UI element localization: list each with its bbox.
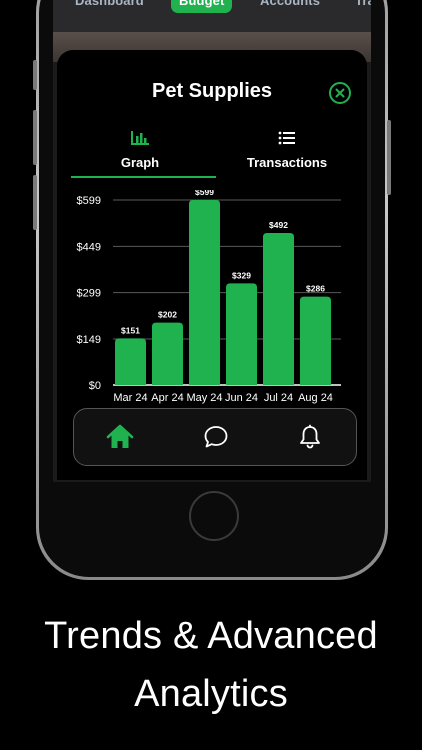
list-icon — [278, 131, 295, 145]
y-tick-label: $0 — [89, 380, 101, 392]
x-tick-label: Jun 24 — [225, 392, 258, 404]
bar — [300, 296, 331, 385]
tab-graph[interactable]: Graph — [111, 130, 169, 170]
data-label: $151 — [121, 325, 140, 335]
nav-budget[interactable]: Budget — [171, 0, 233, 13]
modal-title: Pet Supplies — [151, 80, 273, 102]
app-screen: Dashboard Budget Accounts Tra Pet Suppli… — [53, 0, 371, 482]
tab-transactions[interactable]: Transactions — [231, 130, 343, 170]
chat-icon[interactable] — [202, 423, 230, 451]
data-label: $202 — [158, 310, 177, 320]
y-tick-label: $449 — [77, 241, 101, 253]
x-tick-label: May 24 — [186, 392, 222, 404]
bar — [263, 233, 294, 385]
volume-down-button — [33, 175, 37, 230]
data-label: $329 — [232, 270, 251, 280]
x-tick-label: Mar 24 — [113, 392, 147, 404]
nav-accounts[interactable]: Accounts — [260, 0, 320, 8]
bar — [189, 200, 220, 385]
x-tick-label: Apr 24 — [151, 392, 183, 404]
volume-up-button — [33, 110, 37, 165]
data-label: $492 — [269, 220, 288, 230]
nav-dashboard[interactable]: Dashboard — [75, 0, 144, 8]
bar — [115, 338, 146, 385]
bottom-tab-bar — [73, 408, 357, 466]
y-tick-label: $299 — [77, 288, 101, 300]
headline-line-2: Analytics — [134, 673, 288, 715]
bell-icon[interactable] — [296, 423, 324, 451]
bar — [226, 283, 257, 385]
phone-home-button — [189, 491, 239, 541]
headline-line-1: Trends & Advanced — [44, 615, 378, 657]
bar — [152, 322, 183, 385]
bar-chart: $0 $149 $299 $449 $599 $151 Mar 24 $202 Apr 24 $5… — [77, 190, 341, 404]
x-tick-label: Aug 24 — [298, 392, 333, 404]
bar-chart-icon — [131, 131, 149, 145]
budget-detail-modal: Pet Supplies Graph Transactions $0 $149 … — [57, 50, 367, 480]
phone-frame: Dashboard Budget Accounts Tra Pet Suppli… — [33, 0, 391, 580]
data-label: $599 — [195, 190, 214, 197]
home-icon[interactable] — [106, 423, 134, 451]
data-label: $286 — [306, 284, 325, 294]
active-tab-indicator — [71, 176, 216, 178]
close-button[interactable] — [329, 82, 351, 104]
power-button — [387, 120, 391, 195]
top-nav: Dashboard Budget Accounts Tra — [53, 0, 371, 32]
phone-body: Dashboard Budget Accounts Tra Pet Suppli… — [39, 0, 385, 577]
tab-transactions-label: Transactions — [246, 155, 328, 170]
x-tick-label: Jul 24 — [264, 392, 293, 404]
y-tick-label: $599 — [77, 195, 101, 207]
nav-transactions[interactable]: Tra — [355, 0, 371, 8]
side-button — [33, 60, 37, 90]
tab-graph-label: Graph — [120, 155, 160, 170]
close-icon — [335, 88, 345, 98]
y-tick-label: $149 — [77, 334, 101, 346]
